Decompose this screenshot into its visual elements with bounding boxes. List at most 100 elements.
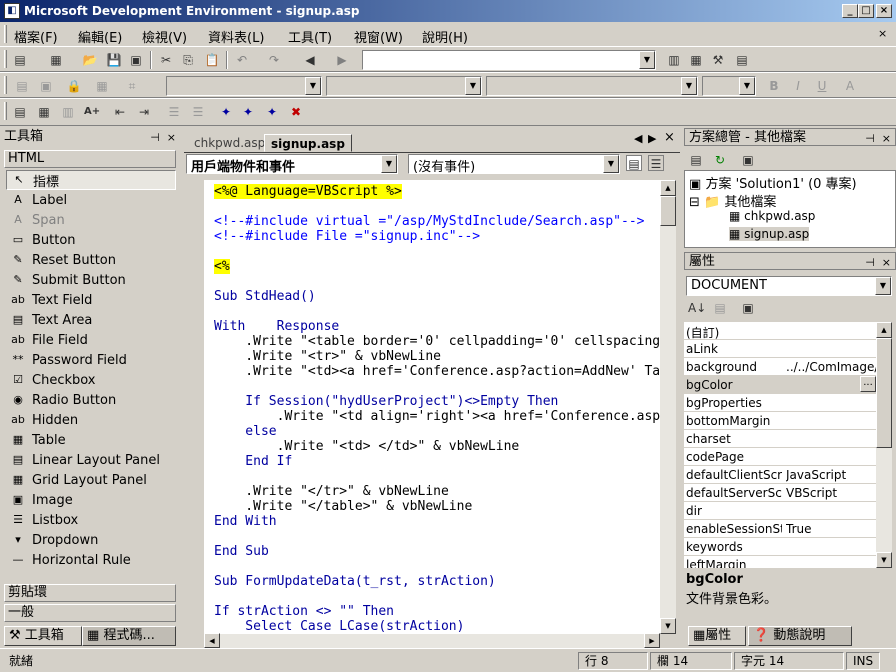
- align-icon[interactable]: ⌗: [124, 78, 140, 94]
- editor-hscrollbar[interactable]: ◀ ▶: [204, 633, 660, 648]
- refresh-icon[interactable]: ↻: [712, 152, 728, 168]
- toolbox-item[interactable]: ▣ Image: [10, 490, 73, 510]
- minimize-button[interactable]: _: [842, 4, 858, 18]
- code-area[interactable]: <%@ Language=VBScript %> <!--#include vir…: [204, 180, 660, 634]
- property-row[interactable]: leftMargin: [684, 556, 876, 568]
- prev-bookmark-icon[interactable]: ✦: [264, 104, 280, 120]
- property-value[interactable]: JavaScript: [786, 468, 876, 482]
- underline-icon[interactable]: U: [814, 78, 830, 94]
- menu-help[interactable]: 說明(H): [422, 27, 468, 46]
- grid-icon[interactable]: ▦: [94, 78, 110, 94]
- paste-icon[interactable]: 📋: [204, 52, 220, 68]
- app-icon[interactable]: ◧: [4, 3, 20, 19]
- sort-category-icon[interactable]: ▤: [712, 300, 728, 316]
- property-row[interactable]: bgColor...: [684, 376, 876, 394]
- property-row[interactable]: defaultServerScript VBScript: [684, 484, 876, 502]
- properties-window-icon[interactable]: ▦: [688, 52, 704, 68]
- navigate-forward-icon[interactable]: ▶: [334, 52, 350, 68]
- folder-node[interactable]: ⊟ 📁 其他檔案: [689, 191, 776, 210]
- menu-tools[interactable]: 工具(T): [288, 27, 332, 46]
- tab-toolbox[interactable]: ⚒ 工具箱: [4, 626, 82, 646]
- property-value[interactable]: VBScript: [786, 486, 876, 500]
- save-all-icon[interactable]: ▣: [128, 52, 144, 68]
- block-format-combo[interactable]: ▼: [166, 76, 322, 96]
- toolbox-item[interactable]: ↖ 指標: [6, 170, 176, 190]
- collapse-icon[interactable]: ⊟: [689, 195, 700, 210]
- property-row[interactable]: bottomMargin: [684, 412, 876, 430]
- cut-icon[interactable]: ✂: [158, 52, 174, 68]
- file-node-chkpwd[interactable]: ▦ chkpwd.asp: [729, 209, 815, 223]
- object-combo[interactable]: 用戶端物件和事件 ▼: [186, 154, 398, 175]
- toolbox-item[interactable]: ▤ Linear Layout Panel: [10, 450, 160, 470]
- toolbar-grip[interactable]: [4, 50, 7, 68]
- font-size-combo[interactable]: ▼: [486, 76, 698, 96]
- toolbox-item[interactable]: ab Text Field: [10, 290, 92, 310]
- property-row[interactable]: bgProperties: [684, 394, 876, 412]
- toolbox-item[interactable]: ☰ Listbox: [10, 510, 78, 530]
- maximize-button[interactable]: □: [858, 4, 874, 18]
- comment-icon[interactable]: ☰: [166, 104, 182, 120]
- sort-alphabetic-icon[interactable]: A↓: [688, 300, 706, 316]
- procedure-view-icon[interactable]: ▤: [626, 155, 642, 171]
- property-row[interactable]: dir: [684, 502, 876, 520]
- close-icon[interactable]: ×: [882, 132, 891, 145]
- add-item-icon[interactable]: ▦: [48, 52, 64, 68]
- pin-icon[interactable]: ⊣: [150, 131, 160, 144]
- toolbox-item[interactable]: ◉ Radio Button: [10, 390, 116, 410]
- new-project-icon[interactable]: ▤: [12, 52, 28, 68]
- toolbar-grip[interactable]: [4, 102, 7, 120]
- view-controls-icon[interactable]: ▤: [12, 104, 28, 120]
- copy-icon[interactable]: ⎘: [180, 52, 196, 68]
- toolbox-icon[interactable]: ⚒: [710, 52, 726, 68]
- undo-icon[interactable]: ↶: [234, 52, 250, 68]
- font-color-combo[interactable]: ▼: [702, 76, 756, 96]
- menu-edit[interactable]: 編輯(E): [78, 27, 122, 46]
- property-row[interactable]: enableSessionState True: [684, 520, 876, 538]
- toolbox-item[interactable]: ** Password Field: [10, 350, 127, 370]
- menu-grip[interactable]: [4, 25, 7, 43]
- tab-dynamic-help[interactable]: ❓ 動態說明: [748, 626, 852, 646]
- toolbox-item[interactable]: ✎ Submit Button: [10, 270, 125, 290]
- editor-scrollbar[interactable]: ▲ ▼: [660, 180, 676, 634]
- absolute-position-icon[interactable]: ▣: [38, 78, 54, 94]
- properties-scrollbar[interactable]: ▲ ▼: [876, 322, 892, 568]
- property-pages-icon[interactable]: ▣: [740, 300, 756, 316]
- property-row[interactable]: (自訂): [684, 322, 876, 340]
- redo-icon[interactable]: ↷: [266, 52, 282, 68]
- toolbox-item[interactable]: ▦ Table: [10, 430, 66, 450]
- pin-icon[interactable]: ⊣: [865, 132, 875, 145]
- bold-icon[interactable]: B: [766, 78, 782, 94]
- object-selector[interactable]: DOCUMENT ▼: [686, 276, 892, 296]
- navigate-back-icon[interactable]: ◀: [302, 52, 318, 68]
- font-name-combo[interactable]: ▼: [326, 76, 482, 96]
- toolbox-category-clipboard[interactable]: 剪貼環: [4, 584, 176, 602]
- close-icon[interactable]: ×: [882, 256, 891, 269]
- ellipsis-button[interactable]: ...: [860, 376, 876, 392]
- pin-icon[interactable]: ⊣: [865, 256, 875, 269]
- font-size-icon[interactable]: A+: [84, 104, 100, 120]
- outdent-icon[interactable]: ⇤: [112, 104, 128, 120]
- toolbox-item[interactable]: ▦ Grid Layout Panel: [10, 470, 147, 490]
- find-combo[interactable]: ▼: [362, 50, 656, 70]
- menu-close-icon[interactable]: ×: [878, 27, 887, 40]
- tab-code[interactable]: ▦ 程式碼...: [82, 626, 176, 646]
- toolbox-item[interactable]: ▤ Text Area: [10, 310, 93, 330]
- next-bookmark-icon[interactable]: ✦: [240, 104, 256, 120]
- event-combo[interactable]: (沒有事件) ▼: [408, 154, 620, 175]
- italic-icon[interactable]: I: [790, 78, 806, 94]
- tab-properties[interactable]: ▦屬性: [688, 626, 746, 646]
- tab-scroll-right-icon[interactable]: ▶: [648, 132, 656, 145]
- menu-table[interactable]: 資料表(L): [208, 27, 264, 46]
- property-row[interactable]: defaultClientScript JavaScript: [684, 466, 876, 484]
- toolbox-item[interactable]: A Label: [10, 190, 67, 210]
- show-borders-icon[interactable]: ▥: [60, 104, 76, 120]
- toolbox-item[interactable]: — Horizontal Rule: [10, 550, 131, 570]
- indent-icon[interactable]: ⇥: [136, 104, 152, 120]
- file-node-signup[interactable]: ▦ signup.asp: [729, 227, 810, 241]
- close-icon[interactable]: ×: [167, 131, 176, 144]
- layout-icon[interactable]: ▤: [14, 78, 30, 94]
- tab-scroll-left-icon[interactable]: ◀: [634, 132, 642, 145]
- toolbox-category-general[interactable]: 一般: [4, 604, 176, 622]
- toolbar-grip[interactable]: [4, 76, 7, 94]
- close-button[interactable]: ×: [876, 4, 892, 18]
